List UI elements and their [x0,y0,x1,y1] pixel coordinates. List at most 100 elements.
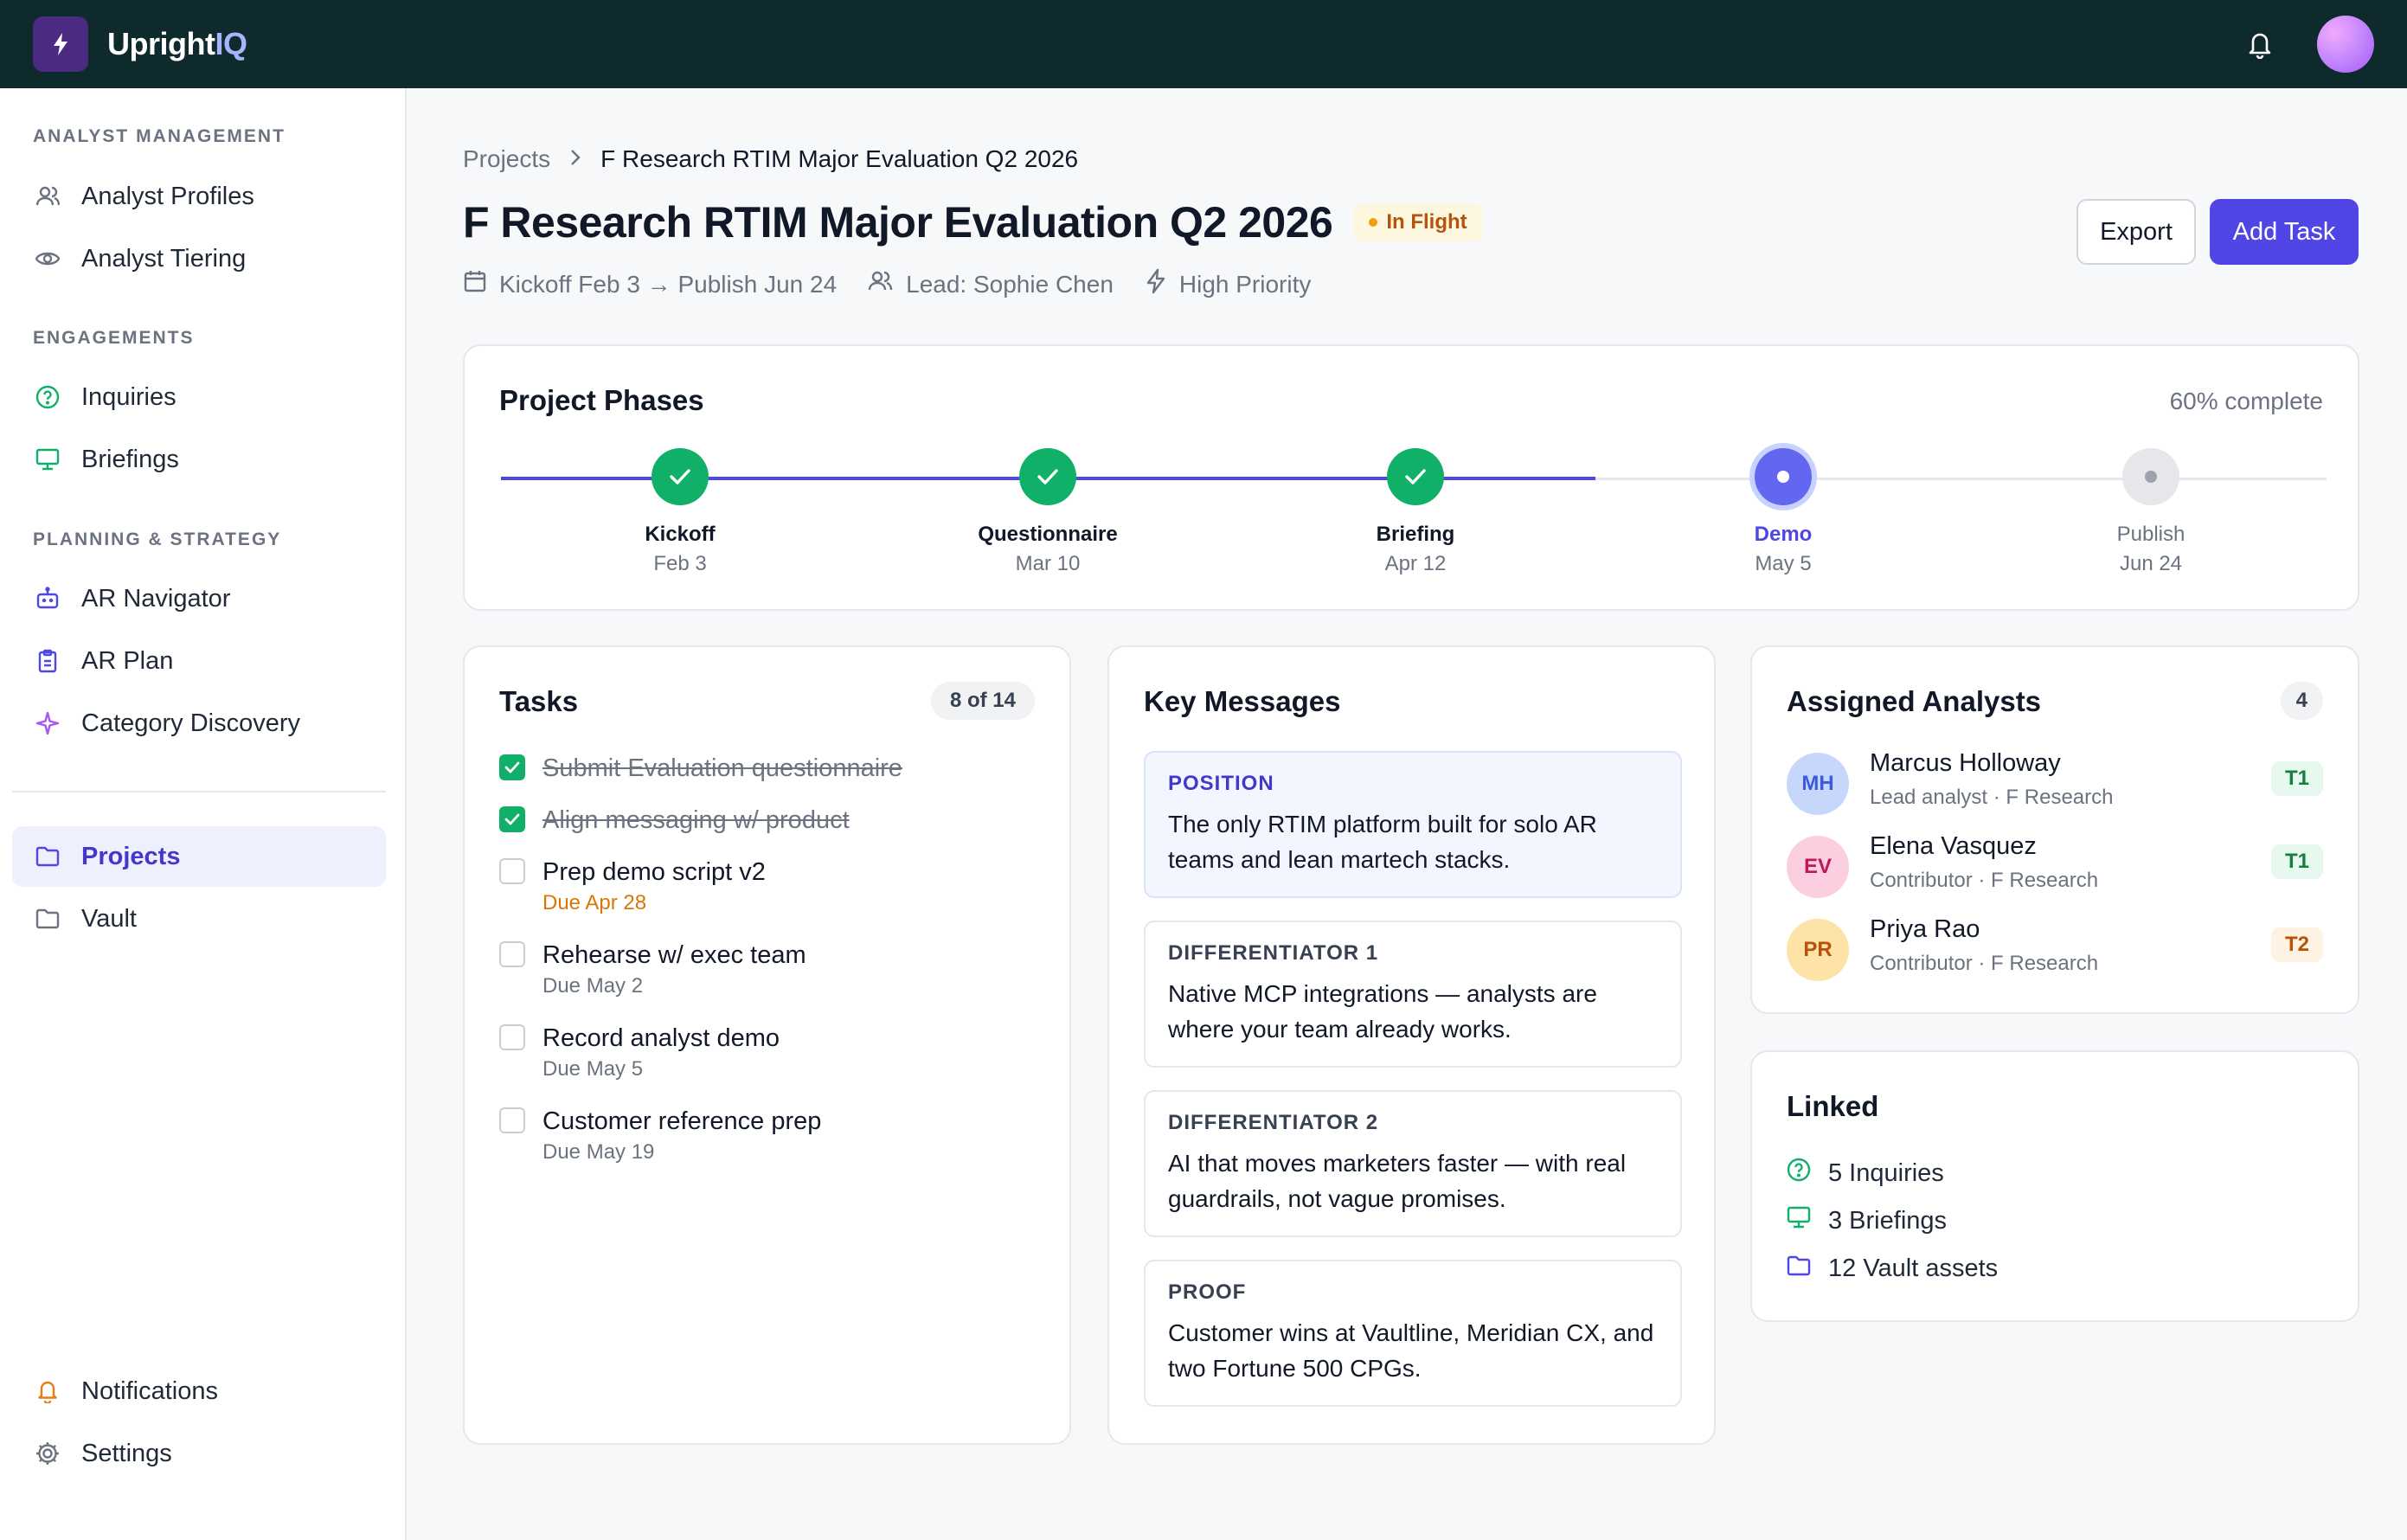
page-title: F Research RTIM Major Evaluation Q2 2026 [463,198,1333,247]
phase-date: Jun 24 [2119,552,2183,575]
task-checkbox[interactable] [499,806,525,832]
task-checkbox[interactable] [499,1107,525,1133]
task-item[interactable]: Customer reference prep Due May 19 [499,1106,821,1165]
sidebar-item-label: Analyst Profiles [81,182,254,210]
linked-briefings[interactable]: 3 Briefings [1787,1206,1947,1235]
sidebar-item-label: Category Discovery [81,709,301,737]
phase-label: Demo [1754,523,1813,546]
task-label: Submit Evaluation questionnaire [542,754,902,782]
task-label: Rehearse w/ exec team [542,941,806,969]
phase-date: Mar 10 [1015,552,1081,575]
analyst-row[interactable]: PR Priya Rao Contributor · F Research T2 [1787,915,2323,981]
sidebar-item-notifications[interactable]: Notifications [12,1361,386,1421]
add-task-button[interactable]: Add Task [2210,199,2359,265]
breadcrumb-current: F Research RTIM Major Evaluation Q2 2026 [600,145,1079,172]
phase-kickoff[interactable]: Kickoff Feb 3 [585,448,775,576]
sidebar-item-label: Inquiries [81,382,177,411]
clipboard-icon [35,648,61,674]
phase-briefing[interactable]: Briefing Apr 12 [1320,448,1511,576]
sidebar-item-inquiries[interactable]: Inquiries [12,367,386,427]
linked-inquiries[interactable]: 5 Inquiries [1787,1158,1944,1189]
bell-icon [35,1378,61,1404]
brand[interactable]: UprightIQ [33,16,247,72]
avatar: EV [1787,836,1849,898]
message-label: PROOF [1168,1280,1247,1304]
task-item[interactable]: Rehearse w/ exec team Due May 2 [499,940,806,998]
phases-title: Project Phases [499,384,704,416]
phase-questionnaire[interactable]: Questionnaire Mar 10 [953,448,1143,576]
task-due-date: Due May 19 [542,1140,655,1164]
project-meta: Kickoff Feb 3 → Publish Jun 24 Lead: Sop… [463,268,1311,300]
brand-name: UprightIQ [107,26,247,61]
breadcrumb: Projects F Research RTIM Major Evaluatio… [463,145,1078,173]
task-checkbox[interactable] [499,941,525,967]
message-proof[interactable]: PROOF Customer wins at Vaultline, Meridi… [1144,1260,1682,1407]
sidebar-item-label: Briefings [81,445,179,473]
linked-label: 3 Briefings [1828,1206,1948,1235]
linked-vault-assets[interactable]: 12 Vault assets [1787,1254,1998,1283]
robot-icon [35,586,61,612]
section-analyst-management: ANALYST MANAGEMENT [33,126,286,146]
message-body: Customer wins at Vaultline, Meridian CX,… [1168,1319,1654,1382]
task-checkbox[interactable] [499,858,525,884]
phase-demo[interactable]: Demo May 5 [1688,448,1878,576]
analyst-row[interactable]: EV Elena Vasquez Contributor · F Researc… [1787,832,2323,898]
bell-icon[interactable] [2243,27,2277,61]
sparkle-icon [35,710,61,736]
sidebar-item-analyst-tiering[interactable]: Analyst Tiering [12,228,386,289]
question-circle-icon [35,384,61,410]
key-messages-title: Key Messages [1144,685,1341,717]
sidebar: ANALYST MANAGEMENT Analyst Profiles Anal… [0,88,407,1540]
message-position[interactable]: POSITION The only RTIM platform built fo… [1144,751,1682,898]
export-button[interactable]: Export [2076,199,2196,265]
sidebar-item-analyst-profiles[interactable]: Analyst Profiles [12,166,386,227]
analysts-title: Assigned Analysts [1787,685,2042,717]
sidebar-item-settings[interactable]: Settings [12,1423,386,1484]
task-checkbox[interactable] [499,1024,525,1050]
sidebar-item-label: Analyst Tiering [81,244,247,273]
message-body: The only RTIM platform built for solo AR… [1168,811,1597,873]
tier-badge: T1 [2270,844,2323,879]
task-label: Align messaging w/ product [542,806,850,834]
analyst-role: Contributor · F Research [1870,952,2099,975]
sidebar-item-label: Notifications [81,1376,218,1405]
phase-date: May 5 [1755,552,1812,575]
sidebar-item-ar-plan[interactable]: AR Plan [12,631,386,691]
message-label: DIFFERENTIATOR 2 [1168,1111,1379,1134]
sidebar-item-label: Projects [81,842,181,870]
message-differentiator-2[interactable]: DIFFERENTIATOR 2 AI that moves marketers… [1144,1090,1682,1237]
message-label: DIFFERENTIATOR 1 [1168,941,1379,965]
users-icon [868,269,894,299]
tasks-card: Tasks 8 of 14 Submit Evaluation question… [463,645,1071,1445]
task-item[interactable]: Submit Evaluation questionnaire [499,753,902,784]
task-checkbox[interactable] [499,754,525,780]
task-item[interactable]: Prep demo script v2 Due Apr 28 [499,857,766,915]
task-label: Record analyst demo [542,1024,780,1052]
tasks-title: Tasks [499,685,579,717]
task-due-date: Due Apr 28 [542,891,647,914]
task-item[interactable]: Align messaging w/ product [499,805,850,836]
project-lead-text: Lead: Sophie Chen [906,270,1114,298]
linked-label: 12 Vault assets [1828,1254,1999,1282]
sidebar-item-label: Settings [81,1439,172,1467]
breadcrumb-projects-link[interactable]: Projects [463,145,550,173]
sidebar-item-label: AR Plan [81,646,174,675]
sidebar-item-ar-navigator[interactable]: AR Navigator [12,568,386,629]
message-label: POSITION [1168,772,1274,795]
tier-badge: T2 [2270,927,2323,962]
user-avatar[interactable] [2317,16,2374,73]
sidebar-item-vault[interactable]: Vault [12,889,386,949]
folder-icon [35,906,61,932]
sidebar-item-briefings[interactable]: Briefings [12,429,386,490]
sidebar-item-category-discovery[interactable]: Category Discovery [12,693,386,754]
phase-publish[interactable]: Publish Jun 24 [2056,448,2246,576]
analyst-name: Priya Rao [1870,915,1980,943]
analyst-row[interactable]: MH Marcus Holloway Lead analyst · F Rese… [1787,749,2323,815]
message-differentiator-1[interactable]: DIFFERENTIATOR 1 Native MCP integrations… [1144,921,1682,1068]
project-priority-text: High Priority [1178,270,1312,298]
sidebar-item-projects[interactable]: Projects [12,826,386,887]
task-item[interactable]: Record analyst demo Due May 5 [499,1023,780,1081]
folder-icon [1787,1254,1811,1283]
sidebar-divider [12,791,386,792]
phase-label: Kickoff [645,523,716,546]
